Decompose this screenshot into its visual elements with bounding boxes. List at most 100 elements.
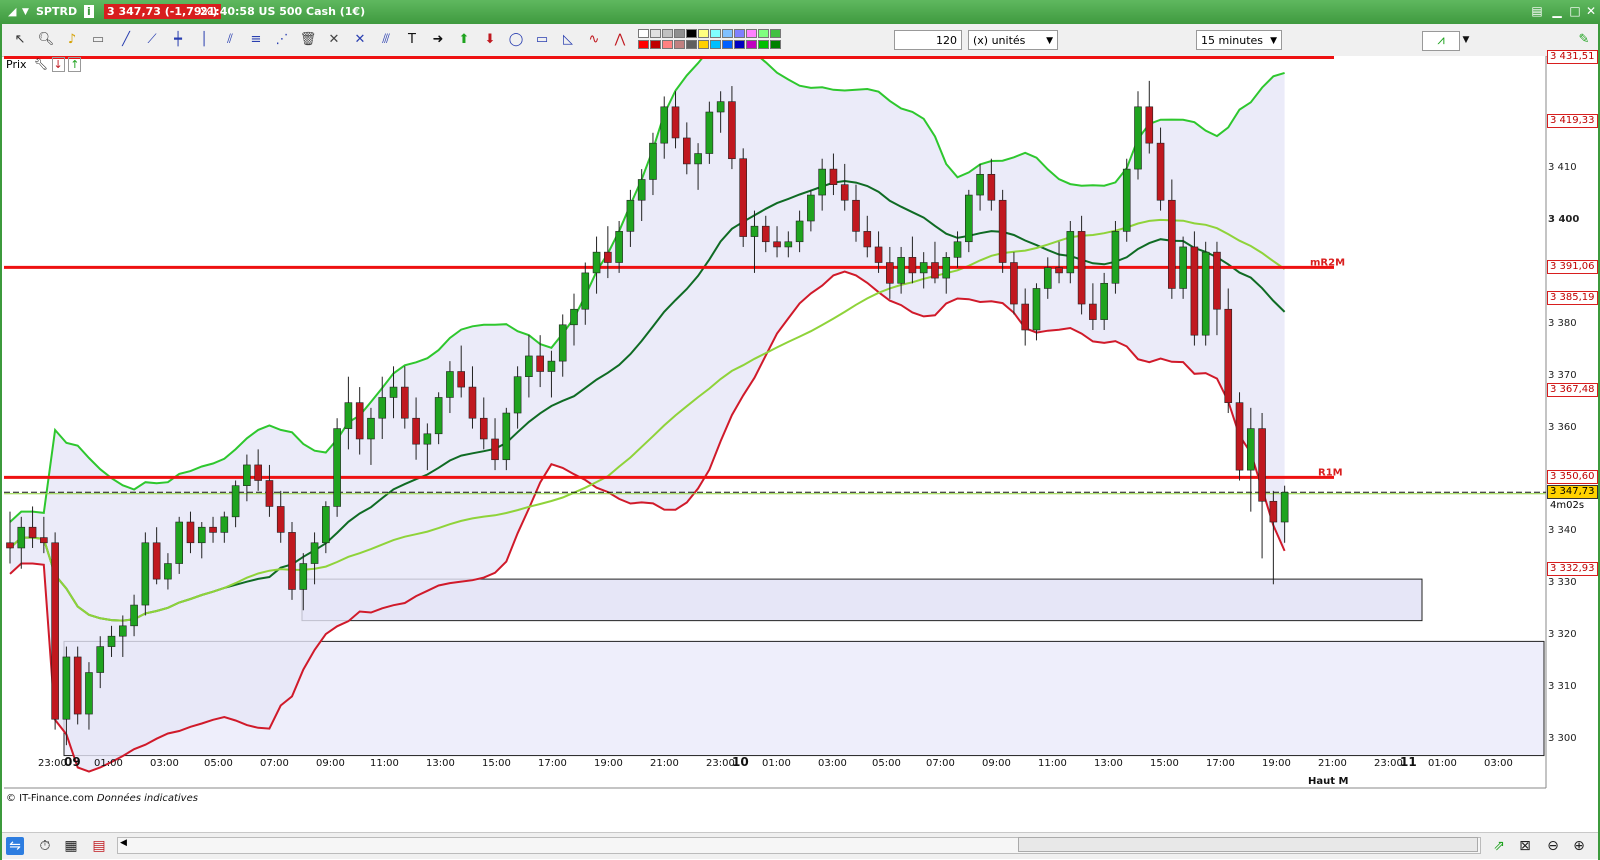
candle-body xyxy=(254,464,262,481)
time-axis-label: 17:00 xyxy=(1206,758,1235,769)
candle-body xyxy=(1213,251,1221,310)
candle-body xyxy=(40,537,48,544)
triangle-icon[interactable]: ◺ xyxy=(558,31,578,49)
candle-body xyxy=(141,542,150,606)
alert-bell-icon[interactable]: ♪ xyxy=(62,31,82,49)
share-icon[interactable]: ⇋ xyxy=(6,837,24,855)
time-axis-label: 13:00 xyxy=(426,758,455,769)
candle-body xyxy=(976,173,984,196)
close-icon[interactable]: ✕ xyxy=(1584,5,1598,18)
gann-icon[interactable]: ⋰ xyxy=(272,31,292,49)
trendline-icon[interactable]: ╱ xyxy=(116,31,136,49)
arrow-down-icon[interactable]: ⬇ xyxy=(480,31,500,49)
symbol-name[interactable]: SPTRD xyxy=(36,5,77,18)
candle-body xyxy=(1134,106,1142,170)
candle-body xyxy=(840,184,849,201)
timeframe-select[interactable]: 15 minutes ▼ xyxy=(1196,30,1282,50)
indicators-icon[interactable]: ⩘ xyxy=(1422,31,1460,51)
time-axis-label: 05:00 xyxy=(872,758,901,769)
auto-scroll-icon[interactable]: ⇗ xyxy=(1490,837,1508,855)
candle-body xyxy=(773,241,781,248)
horizontal-line-icon[interactable]: ┿ xyxy=(168,31,188,49)
price-axis-label: 3 360 xyxy=(1548,421,1577,433)
zoom-icon[interactable]: 🔍︎ xyxy=(36,31,56,49)
ruler-icon[interactable]: ▭ xyxy=(88,31,108,49)
replay-icon[interactable]: ⏱ xyxy=(36,837,54,855)
candle-body xyxy=(1100,282,1108,320)
candle-body xyxy=(558,324,567,362)
candle-body xyxy=(446,371,454,398)
candle-body xyxy=(1089,303,1097,320)
zoom-in-icon[interactable]: ⊕ xyxy=(1570,837,1588,855)
price-chart[interactable]: mR2MR1MHaut M23:0009 01:00 03:00 05:00 07:00… xyxy=(0,56,1600,832)
time-axis-label: 09 xyxy=(64,755,81,769)
fibonacci-icon[interactable]: ≡ xyxy=(246,31,266,49)
candle-body xyxy=(1179,246,1187,289)
vertical-line-icon[interactable]: │ xyxy=(194,31,214,49)
candle-body xyxy=(604,251,612,263)
candle-body xyxy=(1156,142,1165,201)
calculator-icon[interactable]: ▦ xyxy=(62,837,80,855)
candle-body xyxy=(276,506,285,533)
time-axis-label: 23:00 xyxy=(38,758,67,769)
minimize-icon[interactable]: ▁ xyxy=(1550,5,1564,18)
time-axis-label: 11:00 xyxy=(370,758,399,769)
ray-icon[interactable]: ⟋ xyxy=(142,31,162,49)
zoom-out-icon[interactable]: ⊖ xyxy=(1544,837,1562,855)
current-price-label: 3 347,73 xyxy=(1547,485,1598,500)
time-axis-label: 09:00 xyxy=(316,758,345,769)
wrench-icon[interactable]: 🔧︎ xyxy=(34,58,48,71)
keyboard-icon[interactable]: ▤ xyxy=(1530,5,1544,18)
data-note: Données indicatives xyxy=(96,793,198,804)
price-axis-label: 3 310 xyxy=(1548,681,1577,693)
fit-icon[interactable]: ⊠ xyxy=(1516,837,1534,855)
candle-body xyxy=(423,433,432,445)
candle-body xyxy=(197,526,206,544)
candle-body xyxy=(107,635,116,647)
remove-icon[interactable]: ↓ xyxy=(51,57,65,72)
scroll-thumb[interactable] xyxy=(1018,837,1478,852)
arrow-up-icon[interactable]: ⬆ xyxy=(454,31,474,49)
arrow-right-icon[interactable]: ➜ xyxy=(428,31,448,49)
candle-body xyxy=(1201,251,1210,336)
price-panel-header: Prix 🔧︎ ↓ ↑ xyxy=(6,57,82,72)
chevron-down-icon[interactable]: ▼ xyxy=(1460,31,1472,49)
chevron-down-icon[interactable]: ▼ xyxy=(22,7,29,17)
info-icon[interactable]: i xyxy=(84,5,94,18)
scroll-left-icon[interactable]: ◀ xyxy=(120,838,127,848)
pivot-r1m-label: R1M xyxy=(1318,467,1343,478)
maximize-icon[interactable]: □ xyxy=(1568,5,1582,18)
quantity-input[interactable]: 120 xyxy=(894,30,962,50)
wave-icon[interactable]: ∿ xyxy=(584,31,604,49)
cross-icon[interactable]: ✕ xyxy=(350,31,370,49)
candle-body xyxy=(1235,402,1244,471)
timeframe-value: 15 minutes xyxy=(1201,34,1264,47)
candle-body xyxy=(728,101,736,160)
pointer-icon[interactable]: ↖ xyxy=(10,31,30,49)
pivot-mr2m-label: mR2M xyxy=(1310,257,1345,268)
color-palette[interactable] xyxy=(638,29,792,53)
menu-icon[interactable]: ◢ xyxy=(8,5,16,18)
candle-body xyxy=(536,355,544,372)
orders-icon[interactable]: ▤ xyxy=(90,837,108,855)
time-axis-label: 10 xyxy=(732,755,749,769)
trash-icon[interactable]: 🗑︎ xyxy=(298,31,318,49)
price-marker-label: 3 391,06 xyxy=(1547,260,1598,275)
text-icon[interactable]: T xyxy=(402,31,422,49)
candle-body xyxy=(468,386,477,419)
rectangle-icon[interactable]: ▭ xyxy=(532,31,552,49)
units-select[interactable]: (x) unités ▼ xyxy=(968,30,1058,50)
add-icon[interactable]: ↑ xyxy=(68,57,82,72)
pen-icon[interactable]: ✎ xyxy=(1574,31,1594,49)
ellipse-icon[interactable]: ◯ xyxy=(506,31,526,49)
pitchfork-icon[interactable]: ⫻ xyxy=(376,31,396,49)
copyright-text: © IT-Finance.com xyxy=(6,793,94,804)
candle-body xyxy=(1021,303,1030,331)
price-marker-label: 3 367,48 xyxy=(1547,382,1598,397)
candle-body xyxy=(1032,288,1041,331)
candle-body xyxy=(513,376,522,414)
tools-icon[interactable]: ✕ xyxy=(324,31,344,49)
zigzag-icon[interactable]: ⋀ xyxy=(610,31,630,49)
candle-body xyxy=(378,397,387,419)
channel-icon[interactable]: ⫽ xyxy=(220,31,240,49)
